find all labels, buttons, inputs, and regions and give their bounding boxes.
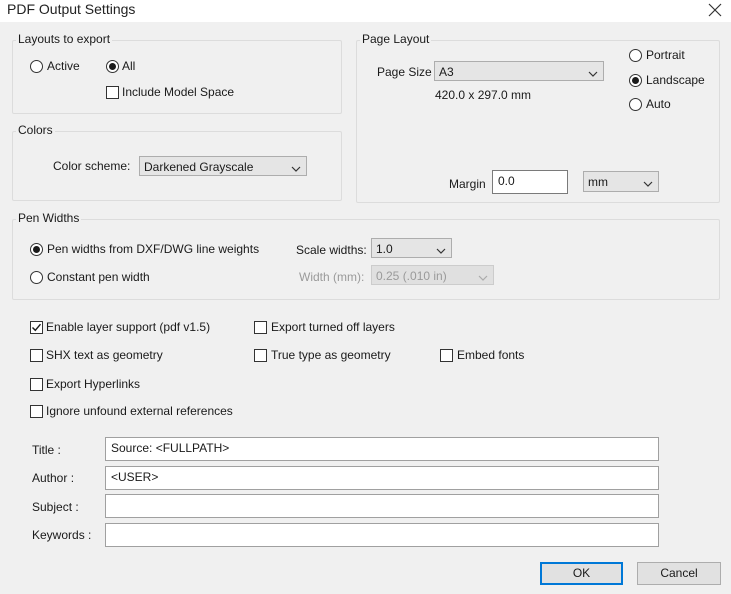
constant-pen-width-radio[interactable] [30, 271, 43, 284]
title-input-value: Source: <FULLPATH> [111, 441, 230, 455]
landscape-label[interactable]: Landscape [646, 73, 705, 87]
ignore-unfound-refs-label[interactable]: Ignore unfound external references [46, 404, 233, 418]
checkmark-icon [32, 323, 42, 332]
ignore-unfound-refs-checkbox[interactable] [30, 405, 43, 418]
colors-group-label: Colors [16, 123, 55, 137]
pen-widths-group-label: Pen Widths [16, 211, 82, 225]
keywords-input[interactable] [105, 523, 659, 547]
auto-radio[interactable] [629, 98, 642, 111]
landscape-radio[interactable] [629, 74, 642, 87]
include-model-space-checkbox[interactable] [106, 86, 119, 99]
scale-widths-value: 1.0 [376, 242, 393, 256]
subject-field-label: Subject : [32, 500, 79, 514]
shx-text-as-geometry-label[interactable]: SHX text as geometry [46, 348, 163, 362]
author-field-label: Author : [32, 471, 75, 485]
margin-unit-select[interactable]: mm [583, 171, 659, 192]
close-icon[interactable] [705, 0, 725, 20]
title-bar: PDF Output Settings [0, 0, 731, 22]
margin-value: 0.0 [498, 174, 515, 188]
title-input[interactable]: Source: <FULLPATH> [105, 437, 659, 461]
constant-pen-width-label[interactable]: Constant pen width [47, 270, 150, 284]
chevron-down-icon [436, 244, 446, 254]
layouts-group-label: Layouts to export [16, 32, 113, 46]
keywords-field-label: Keywords : [32, 528, 92, 542]
layouts-active-label[interactable]: Active [47, 59, 80, 73]
pen-widths-group [12, 219, 720, 300]
pen-widths-dxf-radio[interactable] [30, 243, 43, 256]
layouts-all-radio[interactable] [106, 60, 119, 73]
layouts-active-radio[interactable] [30, 60, 43, 73]
export-hyperlinks-checkbox[interactable] [30, 378, 43, 391]
subject-input[interactable] [105, 494, 659, 518]
width-mm-select: 0.25 (.010 in) [371, 265, 494, 285]
enable-layer-support-checkbox[interactable] [30, 321, 43, 334]
chevron-down-icon [291, 162, 301, 172]
export-hyperlinks-label[interactable]: Export Hyperlinks [46, 377, 140, 391]
page-size-value: A3 [439, 65, 454, 79]
scale-widths-label: Scale widths: [296, 243, 367, 257]
layouts-all-label[interactable]: All [122, 59, 135, 73]
scale-widths-select[interactable]: 1.0 [371, 238, 452, 258]
include-model-space-label[interactable]: Include Model Space [122, 85, 234, 99]
margin-unit-value: mm [588, 175, 608, 189]
color-scheme-label: Color scheme: [53, 159, 131, 173]
shx-text-as-geometry-checkbox[interactable] [30, 349, 43, 362]
title-field-label: Title : [32, 443, 61, 457]
export-turned-off-layers-checkbox[interactable] [254, 321, 267, 334]
width-mm-value: 0.25 (.010 in) [376, 269, 447, 283]
enable-layer-support-label[interactable]: Enable layer support (pdf v1.5) [46, 320, 210, 334]
ok-button[interactable]: OK [540, 562, 623, 585]
chevron-down-icon [478, 271, 488, 281]
page-dimensions: 420.0 x 297.0 mm [435, 88, 532, 102]
margin-input[interactable]: 0.0 [492, 170, 568, 194]
author-input[interactable]: <USER> [105, 466, 659, 490]
page-layout-group-label: Page Layout [360, 32, 432, 46]
portrait-label[interactable]: Portrait [646, 48, 685, 62]
window-title: PDF Output Settings [7, 1, 136, 17]
embed-fonts-checkbox[interactable] [440, 349, 453, 362]
cancel-button[interactable]: Cancel [637, 562, 721, 585]
chevron-down-icon [588, 67, 598, 77]
export-turned-off-layers-label[interactable]: Export turned off layers [271, 320, 395, 334]
color-scheme-value: Darkened Grayscale [144, 160, 254, 174]
color-scheme-select[interactable]: Darkened Grayscale [139, 156, 307, 176]
true-type-as-geometry-label[interactable]: True type as geometry [271, 348, 391, 362]
auto-label[interactable]: Auto [646, 97, 671, 111]
layouts-group [12, 40, 342, 114]
author-input-value: <USER> [111, 470, 159, 484]
embed-fonts-label[interactable]: Embed fonts [457, 348, 524, 362]
page-size-label: Page Size [377, 65, 432, 79]
true-type-as-geometry-checkbox[interactable] [254, 349, 267, 362]
chevron-down-icon [643, 177, 653, 187]
margin-label: Margin [449, 177, 486, 191]
page-size-select[interactable]: A3 [434, 61, 604, 81]
portrait-radio[interactable] [629, 49, 642, 62]
width-mm-label: Width (mm): [299, 270, 365, 284]
pen-widths-dxf-label[interactable]: Pen widths from DXF/DWG line weights [47, 242, 259, 256]
